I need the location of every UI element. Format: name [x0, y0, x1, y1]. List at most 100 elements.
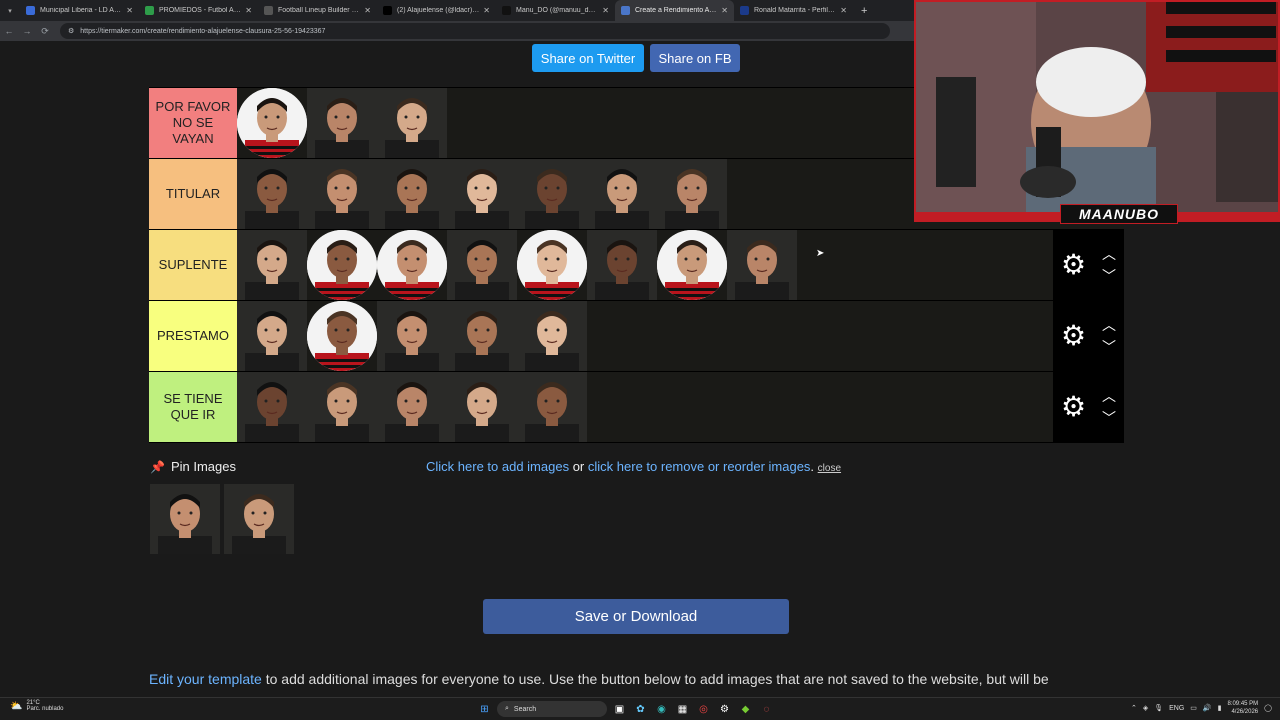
chrome-icon[interactable]: ◎ [695, 701, 712, 717]
player-image[interactable] [517, 301, 587, 371]
player-image[interactable] [307, 301, 377, 371]
player-image[interactable] [377, 301, 447, 371]
gear-icon[interactable]: ⚙ [1061, 393, 1086, 421]
browser-tab[interactable]: PROMIEDOS - Futbol Argentin ✕ [139, 0, 258, 21]
task-view-icon[interactable]: ▣ [611, 701, 628, 717]
gear-icon[interactable]: ⚙ [1061, 322, 1086, 350]
notifications-icon[interactable]: ◯ [1264, 704, 1272, 712]
tier-label[interactable]: PRESTAMO [149, 301, 237, 371]
tray-app-icon[interactable]: ◈ [1143, 704, 1148, 712]
edit-template-link[interactable]: Edit your template [149, 671, 262, 687]
tier-label[interactable]: SE TIENE QUE IR [149, 372, 237, 442]
pin-images-label: Pin Images [170, 459, 236, 474]
player-image[interactable] [307, 230, 377, 300]
tab-close-icon[interactable]: ✕ [245, 6, 252, 15]
chevron-up-icon[interactable]: ︿ [1102, 247, 1116, 261]
player-image[interactable] [447, 372, 517, 442]
tab-close-icon[interactable]: ✕ [840, 6, 847, 15]
nvidia-icon[interactable]: ◆ [737, 701, 754, 717]
edge-icon[interactable]: ◉ [653, 701, 670, 717]
player-image[interactable] [447, 301, 517, 371]
browser-tab[interactable]: Municipal Liberia - LD Alajuelen ✕ [20, 0, 139, 21]
clock[interactable]: 8:09:45 PM 4/26/2026 [1227, 700, 1258, 716]
tab-close-icon[interactable]: ✕ [126, 6, 133, 15]
tier-label[interactable]: SUPLENTE [149, 230, 237, 300]
battery-icon[interactable]: ▮ [1218, 704, 1222, 712]
add-images-link[interactable]: Click here to add images [426, 459, 569, 474]
tab-close-icon[interactable]: ✕ [483, 6, 490, 15]
mic-icon[interactable]: 🎙 [1154, 704, 1163, 712]
weather-widget[interactable]: ⛅ 21°C Parc. nublado [10, 700, 63, 712]
player-image[interactable] [517, 372, 587, 442]
chevron-down-icon[interactable]: ﹀ [1102, 269, 1116, 283]
chevron-down-icon[interactable]: ﹀ [1102, 411, 1116, 425]
tab-label: Create a Rendimiento Alajuele [635, 7, 717, 14]
taskbar-search[interactable]: ⌕ Search [497, 701, 607, 717]
back-icon[interactable]: ← [0, 26, 18, 36]
chevron-up-icon[interactable]: ︿ [1102, 318, 1116, 332]
player-image[interactable] [657, 159, 727, 229]
share-twitter-button[interactable]: Share on Twitter [532, 44, 644, 72]
site-info-icon[interactable]: ⚙ [68, 27, 74, 35]
player-image[interactable] [727, 230, 797, 300]
widgets-icon[interactable]: ✿ [632, 701, 649, 717]
app-icon[interactable]: ◌ [758, 701, 775, 717]
pinned-player-image[interactable] [150, 484, 220, 554]
browser-tab[interactable]: Create a Rendimiento Alajuele ✕ [615, 0, 734, 21]
player-image[interactable] [237, 301, 307, 371]
volume-icon[interactable]: 🔊 [1203, 704, 1212, 712]
browser-tab[interactable]: Manu_DO (@manuu_do) | TikT✕ [496, 0, 615, 21]
player-image[interactable] [307, 88, 377, 158]
player-image[interactable] [237, 372, 307, 442]
forward-icon[interactable]: → [18, 26, 36, 36]
player-image[interactable] [587, 230, 657, 300]
tab-close-icon[interactable]: ✕ [721, 6, 728, 15]
tab-favicon-icon [621, 6, 630, 15]
webcam-image [916, 2, 1278, 220]
player-image[interactable] [307, 159, 377, 229]
chevron-up-icon[interactable]: ︿ [1102, 389, 1116, 403]
tier-label[interactable]: POR FAVOR NO SE VAYAN [149, 88, 237, 158]
save-download-button[interactable]: Save or Download [483, 599, 789, 634]
player-image[interactable] [377, 88, 447, 158]
player-image[interactable] [307, 372, 377, 442]
settings-icon[interactable]: ⚙ [716, 701, 733, 717]
search-label: Search [513, 705, 537, 713]
player-image[interactable] [657, 230, 727, 300]
player-image[interactable] [587, 159, 657, 229]
url-field[interactable]: ⚙ https://tiermaker.com/create/rendimien… [60, 23, 890, 39]
player-image[interactable] [377, 230, 447, 300]
browser-tab[interactable]: Football Lineup Builder - Creat ✕ [258, 0, 377, 21]
share-facebook-button[interactable]: Share on FB [650, 44, 740, 72]
player-image[interactable] [237, 88, 307, 158]
language-indicator[interactable]: ENG [1169, 705, 1184, 712]
player-image[interactable] [377, 159, 447, 229]
chevron-down-icon[interactable]: ﹀ [1102, 340, 1116, 354]
pinned-player-image[interactable] [224, 484, 294, 554]
tab-close-icon[interactable]: ✕ [364, 6, 371, 15]
image-links: Click here to add images or click here t… [426, 459, 841, 474]
player-image[interactable] [447, 230, 517, 300]
player-image[interactable] [447, 159, 517, 229]
close-link[interactable]: close [818, 463, 841, 474]
network-icon[interactable]: ▭ [1190, 704, 1197, 712]
reload-icon[interactable]: ⟳ [36, 26, 54, 37]
store-icon[interactable]: ▦ [674, 701, 691, 717]
system-tray: ⌃ ◈ 🎙 ENG ▭ 🔊 ▮ 8:09:45 PM 4/26/2026 ◯ [1131, 700, 1272, 716]
remove-reorder-link[interactable]: click here to remove or reorder images [588, 459, 811, 474]
player-image[interactable] [517, 159, 587, 229]
player-image[interactable] [237, 159, 307, 229]
tier-label[interactable]: TITULAR [149, 159, 237, 229]
player-image[interactable] [237, 230, 307, 300]
streamer-name: MAANUBO [1060, 204, 1178, 224]
browser-tab[interactable]: Ronald Matarrita - Perfil del jug ✕ [734, 0, 853, 21]
windows-start-icon[interactable]: ⊞ [476, 701, 493, 717]
gear-icon[interactable]: ⚙ [1061, 251, 1086, 279]
tab-close-icon[interactable]: ✕ [602, 6, 609, 15]
new-tab-button[interactable]: + [853, 5, 875, 17]
player-image[interactable] [517, 230, 587, 300]
browser-tab[interactable]: (2) Alajuelense (@ldacr) / X ✕ [377, 0, 496, 21]
player-image[interactable] [377, 372, 447, 442]
tab-search-icon[interactable]: ▾ [0, 7, 20, 15]
tray-chevron-icon[interactable]: ⌃ [1131, 704, 1137, 712]
